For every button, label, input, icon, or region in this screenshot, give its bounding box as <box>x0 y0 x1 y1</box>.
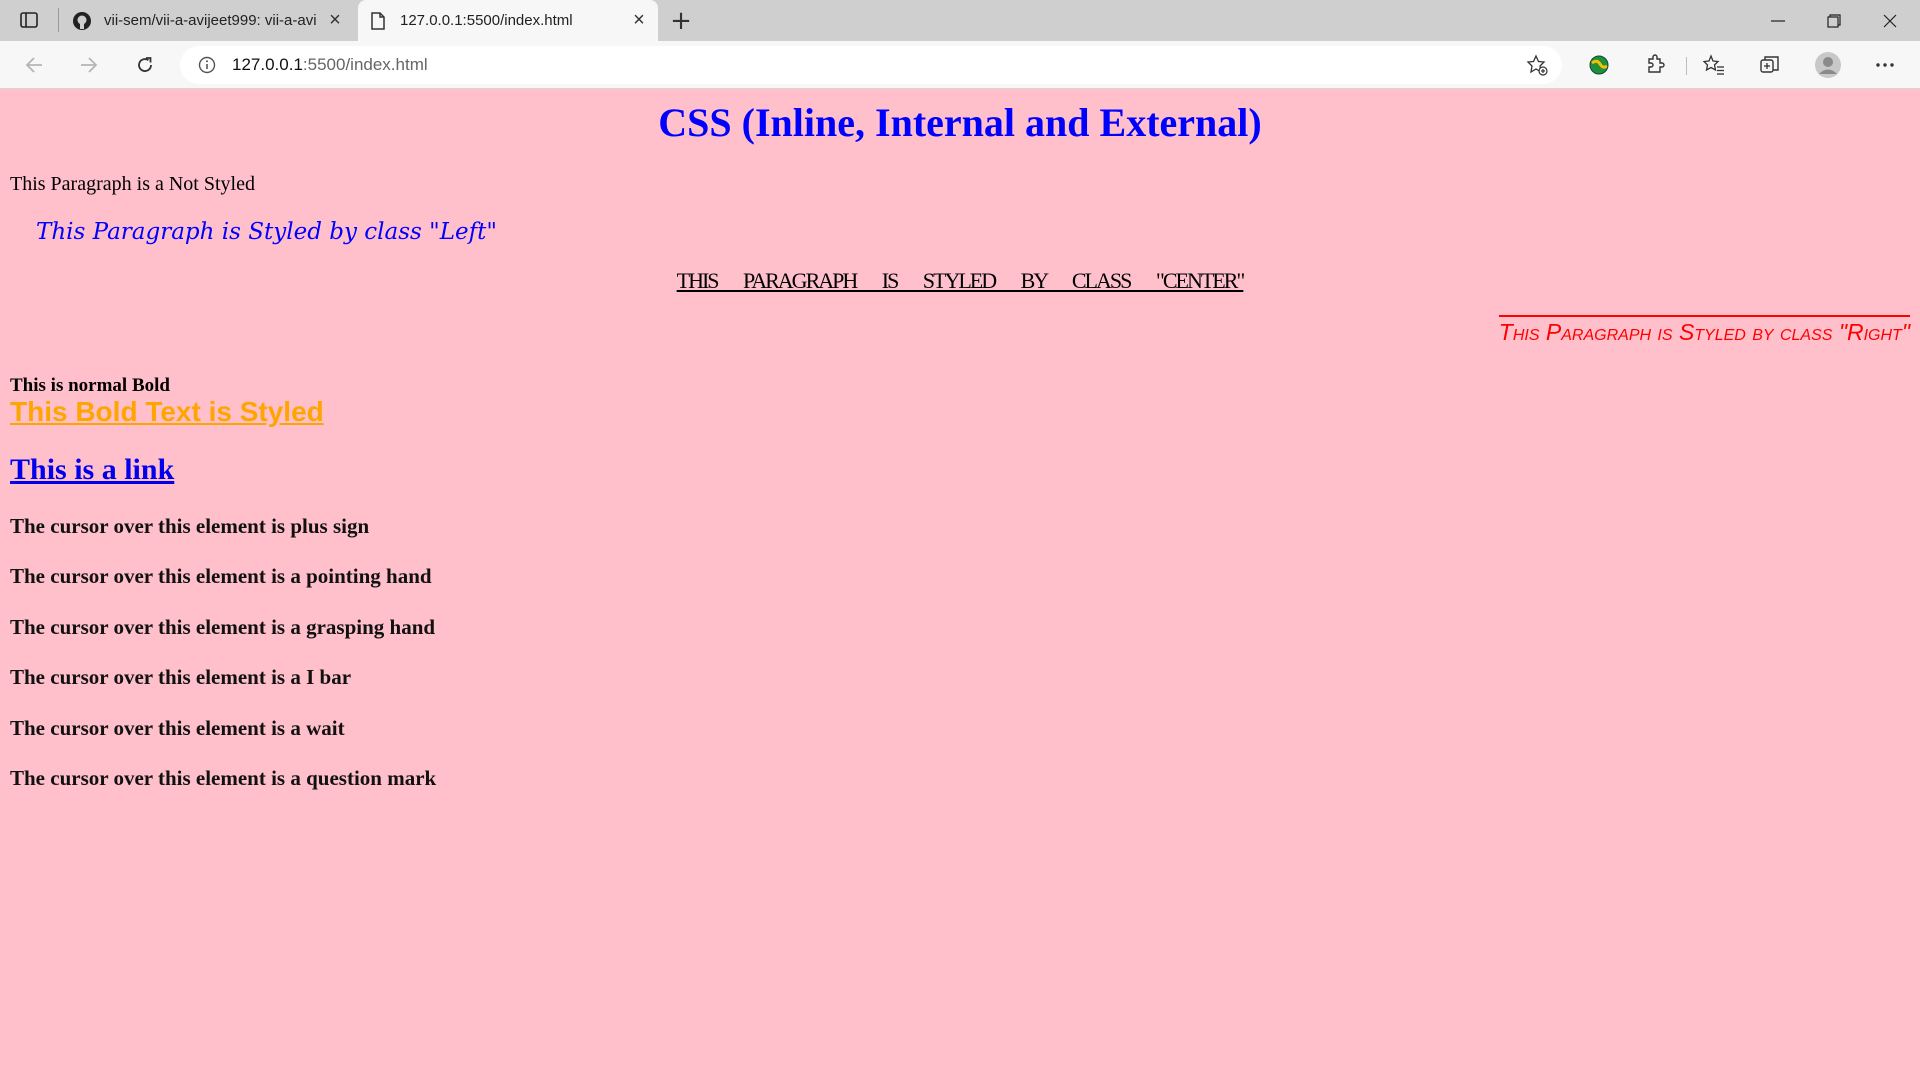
collections-icon[interactable] <box>1756 51 1784 79</box>
tab-actions-icon[interactable] <box>18 10 40 30</box>
cursor-text-text[interactable]: The cursor over this element is a I bar <box>10 665 351 690</box>
page-content: CSS (Inline, Internal and External) This… <box>0 89 1920 1080</box>
minimize-icon[interactable] <box>1750 0 1806 41</box>
address-bar[interactable]: 127.0.0.1:5500/index.html <box>180 46 1562 84</box>
extensions-icon[interactable] <box>1640 51 1668 79</box>
tab-github[interactable]: vii-sem/vii-a-avijeet999: vii-a-avi × <box>62 0 354 41</box>
add-favorite-icon[interactable] <box>1526 54 1548 76</box>
favorites-icon[interactable] <box>1700 51 1728 79</box>
cursor-grab-text[interactable]: The cursor over this element is a graspi… <box>10 615 435 640</box>
github-icon <box>72 11 92 31</box>
file-icon <box>368 11 388 31</box>
page-link[interactable]: This is a link <box>10 453 174 487</box>
refresh-icon[interactable] <box>131 51 159 79</box>
page-title: CSS (Inline, Internal and External) <box>658 100 1262 145</box>
cursor-help-text[interactable]: The cursor over this element is a questi… <box>10 766 436 791</box>
cursor-plus-text[interactable]: The cursor over this element is plus sig… <box>10 514 369 539</box>
new-tab-button[interactable]: + <box>668 6 694 36</box>
close-window-icon[interactable] <box>1862 0 1918 41</box>
paragraph-left: This Paragraph is Styled by class "Left" <box>36 219 497 245</box>
tab-separator <box>58 8 59 32</box>
extension-globe-icon[interactable] <box>1585 51 1613 79</box>
url-host: 127.0.0.1 <box>232 55 303 74</box>
bold-normal-text: This is normal Bold <box>10 375 170 396</box>
tab-title: 127.0.0.1:5500/index.html <box>400 12 573 29</box>
more-options-icon[interactable] <box>1871 51 1899 79</box>
bold-styled-text: This Bold Text is Styled <box>10 396 324 427</box>
cursor-pointer-text[interactable]: The cursor over this element is a pointi… <box>10 564 432 589</box>
paragraph-right: This Paragraph is Styled by class "Right… <box>1498 315 1910 346</box>
restore-icon[interactable] <box>1806 0 1862 41</box>
tab-bar: vii-sem/vii-a-avijeet999: vii-a-avi × 12… <box>0 0 1920 41</box>
close-icon[interactable]: × <box>628 9 650 32</box>
tab-index[interactable]: 127.0.0.1:5500/index.html × <box>358 0 658 41</box>
forward-icon[interactable] <box>75 51 103 79</box>
browser-toolbar: 127.0.0.1:5500/index.html <box>0 41 1920 89</box>
url-path: :5500/index.html <box>302 55 428 74</box>
paragraph-center: This Paragraph is Styled by class "Cente… <box>676 268 1246 293</box>
close-icon[interactable]: × <box>324 9 346 32</box>
paragraph-plain: This Paragraph is a Not Styled <box>10 173 255 195</box>
profile-avatar-icon[interactable] <box>1814 51 1842 79</box>
tab-title: vii-sem/vii-a-avijeet999: vii-a-avi <box>104 12 317 29</box>
cursor-wait-text[interactable]: The cursor over this element is a wait <box>10 716 345 741</box>
toolbar-divider <box>1686 57 1687 75</box>
back-icon[interactable] <box>20 51 48 79</box>
site-info-icon[interactable] <box>196 54 218 76</box>
